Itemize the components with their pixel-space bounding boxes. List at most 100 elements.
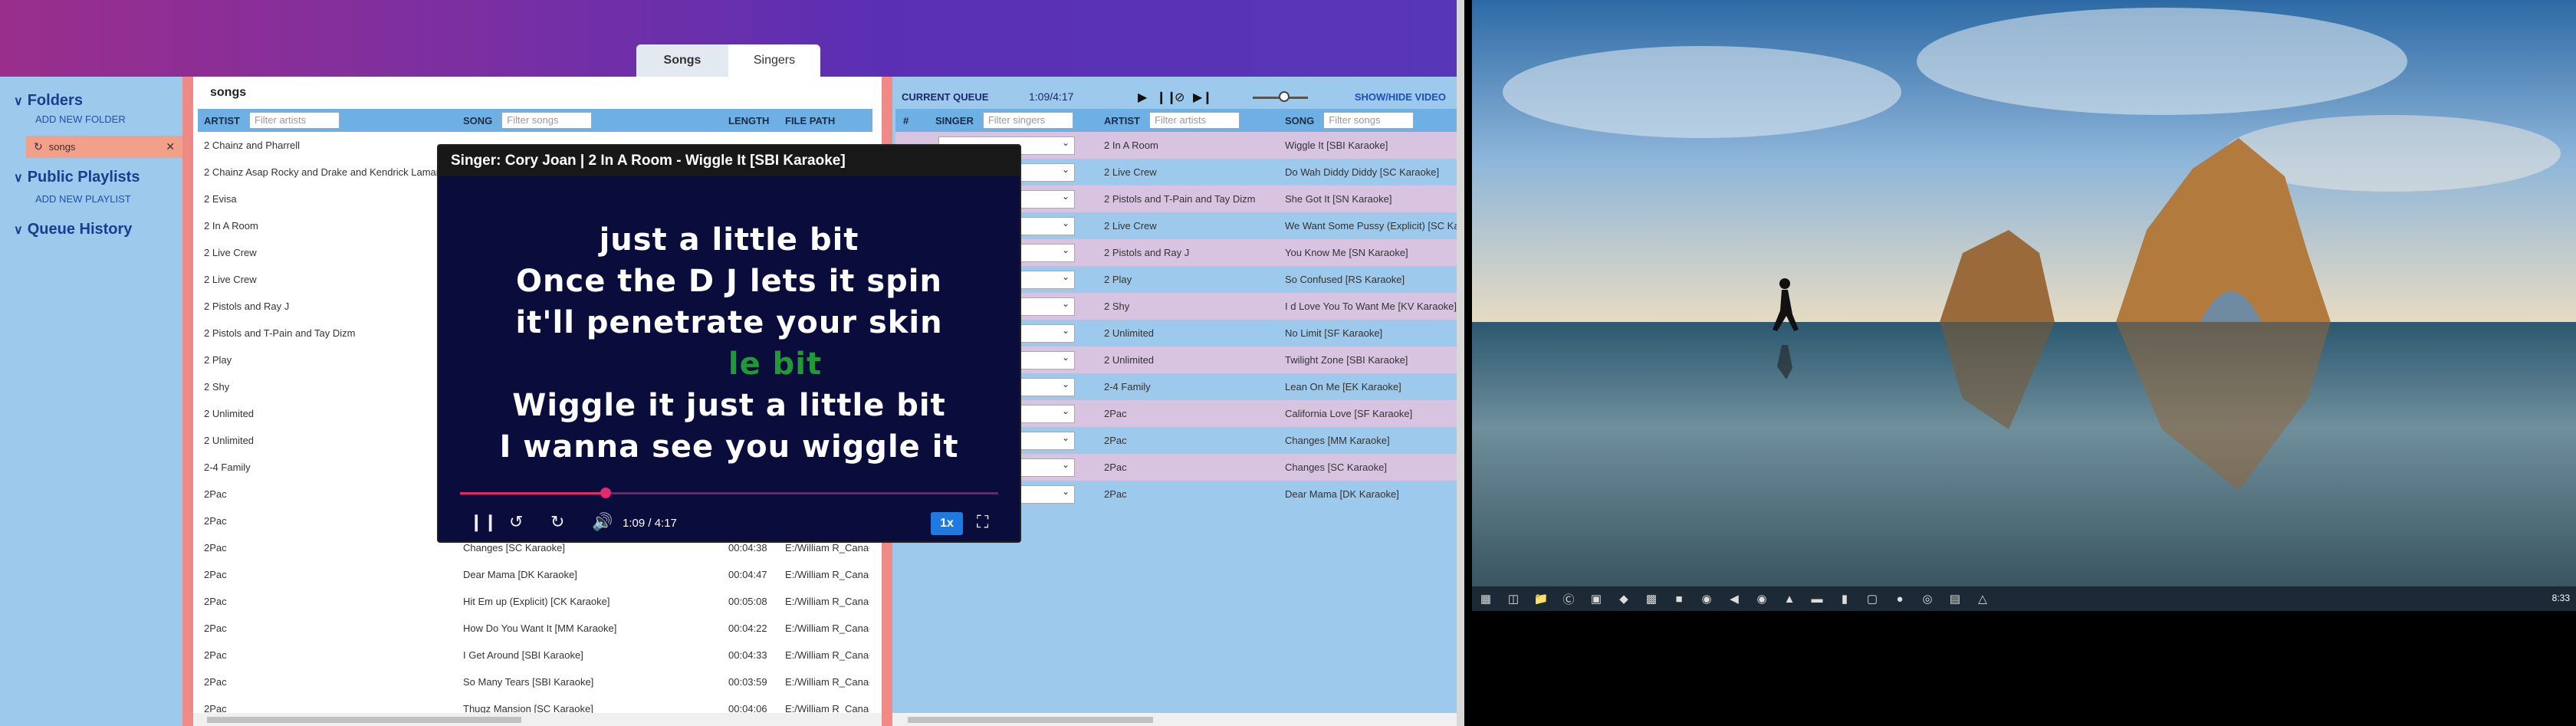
volume-slider-knob[interactable] <box>1279 91 1290 102</box>
col-path[interactable]: FILE PATH <box>785 115 835 126</box>
queue-song: You Know Me [SN Karaoke] <box>1285 247 1408 258</box>
singer-filter-input[interactable]: Filter singers <box>982 112 1073 129</box>
playback-rate-button[interactable]: 1x <box>931 512 963 535</box>
file-explorer-icon[interactable]: 📁 <box>1527 586 1555 611</box>
song-artist: 2 Shy <box>204 381 230 393</box>
queue-artist: 2 Unlimited <box>1104 354 1155 366</box>
karaoke-video-player[interactable]: Singer: Cory Joan | 2 In A Room - Wiggle… <box>437 144 1021 543</box>
app-icon[interactable]: ▬ <box>1803 586 1831 611</box>
playlists-header[interactable]: ∨ Public Playlists <box>14 169 140 186</box>
start-icon[interactable]: ▦ <box>1472 586 1500 611</box>
table-row[interactable]: 2Pac So Many Tears [SBI Karaoke] 00:03:59 E… <box>198 669 872 695</box>
song-filter-input[interactable]: Filter songs <box>501 112 593 129</box>
queue-artist: 2Pac <box>1104 408 1127 419</box>
queue-horizontal-scrollbar[interactable] <box>892 713 1457 726</box>
col-artist[interactable]: ARTIST <box>204 115 240 126</box>
app-icon[interactable]: ■ <box>1665 586 1693 611</box>
add-folder-link[interactable]: ADD NEW FOLDER <box>35 113 126 125</box>
lyric-line-highlight: le bit <box>728 347 823 382</box>
show-hide-video-button[interactable]: SHOW/HIDE VIDEO <box>1355 91 1446 103</box>
tab-songs[interactable]: Songs <box>636 44 728 77</box>
app-icon[interactable]: ▤ <box>1941 586 1969 611</box>
queue-song: She Got It [SN Karaoke] <box>1285 193 1392 205</box>
forward-icon[interactable]: ↻ <box>550 512 564 532</box>
song-artist: 2 Chainz and Pharrell <box>204 140 301 151</box>
video-progress-bar[interactable] <box>460 488 998 498</box>
app-icon[interactable]: ▢ <box>1858 586 1886 611</box>
progress-knob[interactable] <box>600 488 611 498</box>
queue-song: Changes [MM Karaoke] <box>1285 435 1390 446</box>
edge-icon[interactable]: ◎ <box>1914 586 1941 611</box>
queue-song: Wiggle It [SBI Karaoke] <box>1285 140 1388 151</box>
monitor-gap <box>1457 0 1464 726</box>
skype-icon[interactable]: Ⓒ <box>1555 586 1582 611</box>
browser-icon[interactable]: ◉ <box>1748 586 1776 611</box>
play-icon[interactable]: ▶ <box>1138 90 1147 105</box>
fullscreen-icon[interactable]: ⛶ <box>977 512 988 532</box>
song-artist: 2-4 Family <box>204 462 251 473</box>
queue-song: So Confused [RS Karaoke] <box>1285 274 1405 285</box>
song-artist: 2Pac <box>204 515 227 527</box>
chevron-down-icon: ∨ <box>14 171 23 185</box>
queue-table-header: # SINGER Filter singers ARTIST Filter ar… <box>895 109 1457 132</box>
table-row[interactable]: 2Pac Hit Em up (Explicit) [CK Karaoke] 00:… <box>198 588 872 615</box>
video-time: 1:09 / 4:17 <box>623 517 677 530</box>
vscode-icon[interactable]: ◀ <box>1720 586 1748 611</box>
col-number: # <box>903 114 909 126</box>
song-artist: 2 Live Crew <box>204 247 257 258</box>
volume-icon[interactable]: 🔊 <box>592 512 613 532</box>
close-icon[interactable]: ✕ <box>166 140 175 153</box>
artist-filter-input[interactable]: Filter artists <box>248 112 340 129</box>
queue-artist: 2-4 Family <box>1104 381 1151 393</box>
song-artist: 2 Unlimited <box>204 408 255 419</box>
scrollbar-thumb[interactable] <box>908 717 1153 723</box>
queue-song-filter-input[interactable]: Filter songs <box>1323 112 1414 129</box>
folder-item-songs[interactable]: ↻ songs ✕ <box>26 136 182 158</box>
queue-artist: 2 Live Crew <box>1104 220 1157 232</box>
app-icon[interactable]: ▲ <box>1776 586 1803 611</box>
tab-singers[interactable]: Singers <box>728 44 820 77</box>
queue-song: California Love [SF Karaoke] <box>1285 408 1413 419</box>
queue-title: CURRENT QUEUE <box>902 90 989 103</box>
folders-header[interactable]: ∨ Folders <box>14 92 83 110</box>
stop-icon[interactable]: ⊘ <box>1175 90 1184 105</box>
app-icon[interactable]: ▣ <box>1582 586 1610 611</box>
songs-horizontal-scrollbar[interactable] <box>193 713 882 726</box>
table-row[interactable]: 2Pac I Get Around [SBI Karaoke] 00:04:33 E:… <box>198 642 872 669</box>
folder-item-label: songs <box>48 141 76 153</box>
next-track-icon[interactable]: ▶❙ <box>1193 90 1213 105</box>
resize-handle-left[interactable] <box>182 77 193 726</box>
queue-history-header[interactable]: ∨ Queue History <box>14 221 132 238</box>
rewind-icon[interactable]: ↺ <box>509 512 523 532</box>
pause-icon[interactable]: ❙❙ <box>1156 90 1177 105</box>
queue-song: Dear Mama [DK Karaoke] <box>1285 488 1399 500</box>
task-view-icon[interactable]: ◫ <box>1500 586 1527 611</box>
app-icon[interactable]: ▩ <box>1638 586 1665 611</box>
beach-wallpaper-image <box>1472 0 2576 586</box>
app-icon[interactable]: ◆ <box>1610 586 1638 611</box>
col-singer[interactable]: SINGER <box>935 115 974 126</box>
app-icon[interactable]: △ <box>1969 586 1996 611</box>
app-icon[interactable]: ● <box>1886 586 1914 611</box>
song-title: So Many Tears [SBI Karaoke] <box>463 676 594 688</box>
scrollbar-thumb[interactable] <box>207 717 521 723</box>
songs-search-input[interactable]: songs <box>193 77 882 109</box>
table-row[interactable]: 2Pac Dear Mama [DK Karaoke] 00:04:47 E:/Wil… <box>198 561 872 588</box>
app-icon[interactable]: ▮ <box>1831 586 1858 611</box>
col-length[interactable]: LENGTH <box>728 115 769 126</box>
taskbar-clock[interactable]: 8:33 <box>2552 593 2570 603</box>
queue-artist-filter-input[interactable]: Filter artists <box>1148 112 1240 129</box>
col-queue-artist[interactable]: ARTIST <box>1104 115 1140 126</box>
queue-song: Changes [SC Karaoke] <box>1285 462 1387 473</box>
col-song[interactable]: SONG <box>463 115 492 126</box>
lyrics-display: just a little bit Once the D J lets it s… <box>439 219 1020 468</box>
pause-icon[interactable]: ❙❙ <box>469 512 498 532</box>
queue-song: Lean On Me [EK Karaoke] <box>1285 381 1401 393</box>
refresh-icon[interactable]: ↻ <box>34 140 43 153</box>
col-queue-song[interactable]: SONG <box>1285 115 1314 126</box>
add-playlist-link[interactable]: ADD NEW PLAYLIST <box>35 193 131 205</box>
table-row[interactable]: 2Pac How Do You Want It [MM Karaoke] 00:04… <box>198 615 872 642</box>
song-length: 00:04:22 <box>728 623 767 634</box>
video-title: Singer: Cory Joan | 2 In A Room - Wiggle… <box>439 146 1020 176</box>
app-icon[interactable]: ◉ <box>1693 586 1720 611</box>
